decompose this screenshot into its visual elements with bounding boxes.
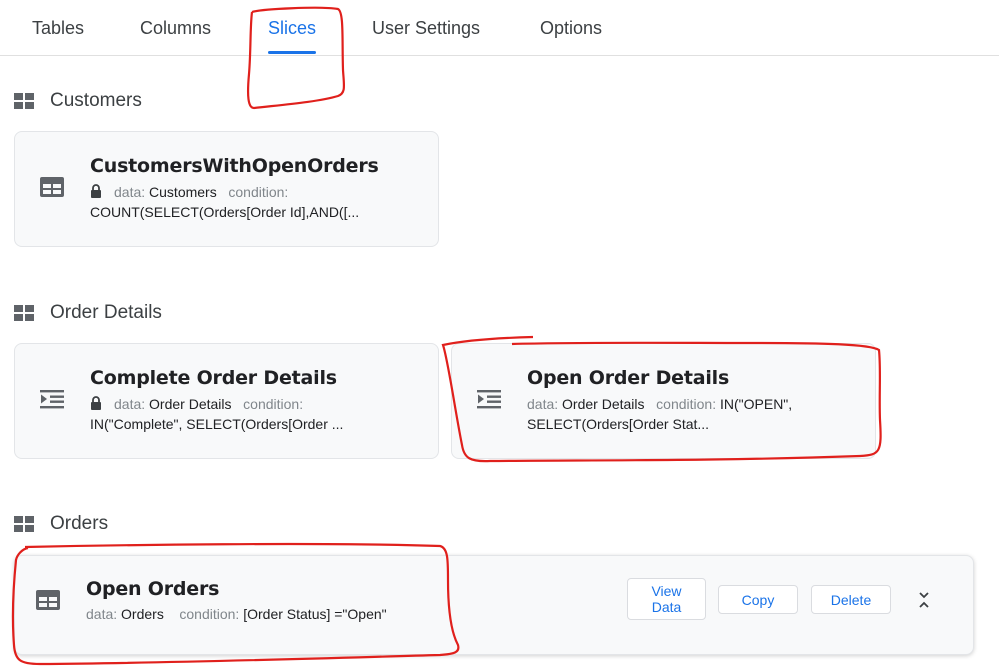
- section-title: Orders: [50, 513, 109, 534]
- view-data-label-line2: Data: [651, 599, 682, 615]
- data-value: Order Details: [149, 396, 232, 412]
- slice-card-complete-order-details[interactable]: Complete Order Details data: Order Detai…: [14, 343, 439, 459]
- grid-icon: [14, 93, 34, 109]
- tab-bar: Tables Columns Slices User Settings Opti…: [0, 0, 999, 56]
- section-header-customers: Customers: [14, 89, 142, 113]
- data-label: data:: [114, 184, 146, 200]
- view-data-button[interactable]: View Data: [627, 578, 706, 620]
- section-title: Order Details: [50, 302, 162, 323]
- condition-value-continued: SELECT(Orders[Order Stat...: [527, 416, 710, 432]
- slice-name: Open Order Details: [527, 367, 730, 389]
- grid-icon: [14, 305, 34, 321]
- grid-icon: [14, 516, 34, 532]
- slice-name: Open Orders: [86, 578, 220, 600]
- section-header-orders: Orders: [14, 512, 108, 536]
- tab-user-settings[interactable]: User Settings: [372, 0, 480, 56]
- active-tab-indicator: [268, 51, 316, 54]
- condition-label: condition:: [656, 396, 717, 412]
- condition-value: IN("OPEN",: [720, 396, 793, 412]
- section-header-order-details: Order Details: [14, 301, 162, 325]
- delete-button[interactable]: Delete: [811, 585, 891, 614]
- condition-value: [Order Status] ="Open": [243, 606, 387, 622]
- lock-icon: [91, 184, 101, 198]
- indent-list-icon: [40, 390, 64, 409]
- indent-list-icon: [477, 390, 501, 409]
- tab-tables[interactable]: Tables: [32, 0, 84, 56]
- collapse-chevrons-icon[interactable]: [915, 590, 933, 610]
- data-value: Customers: [149, 184, 217, 200]
- condition-label: condition:: [228, 184, 289, 200]
- slice-name: Complete Order Details: [90, 367, 337, 389]
- condition-label: condition:: [243, 396, 304, 412]
- data-value: Orders: [121, 606, 164, 622]
- slice-name: CustomersWithOpenOrders: [90, 155, 379, 177]
- section-title: Customers: [50, 90, 142, 111]
- table-icon: [36, 590, 60, 610]
- copy-button[interactable]: Copy: [718, 585, 798, 614]
- data-label: data:: [527, 396, 559, 412]
- condition-value: COUNT(SELECT(Orders[Order Id],AND([...: [90, 204, 360, 220]
- slice-card-open-order-details[interactable]: Open Order Details data: Order Details c…: [451, 343, 876, 459]
- slice-meta: data: Customers condition:: [90, 182, 288, 202]
- slice-meta: data: Orders condition: [Order Status] =…: [86, 604, 387, 624]
- slice-meta: data: Order Details condition:: [90, 394, 303, 414]
- slice-card-customers-with-open-orders[interactable]: CustomersWithOpenOrders data: Customers …: [14, 131, 439, 247]
- tab-slices[interactable]: Slices: [268, 0, 316, 56]
- condition-label: condition:: [179, 606, 240, 622]
- data-label: data:: [86, 606, 118, 622]
- data-label: data:: [114, 396, 146, 412]
- slice-meta: data: Order Details condition: IN("OPEN"…: [527, 394, 792, 414]
- condition-value: IN("Complete", SELECT(Orders[Order ...: [90, 416, 344, 432]
- tab-options[interactable]: Options: [540, 0, 602, 56]
- data-value: Order Details: [562, 396, 645, 412]
- tab-columns[interactable]: Columns: [140, 0, 211, 56]
- table-icon: [40, 177, 64, 197]
- view-data-label-line1: View: [651, 583, 682, 599]
- lock-icon: [91, 396, 101, 410]
